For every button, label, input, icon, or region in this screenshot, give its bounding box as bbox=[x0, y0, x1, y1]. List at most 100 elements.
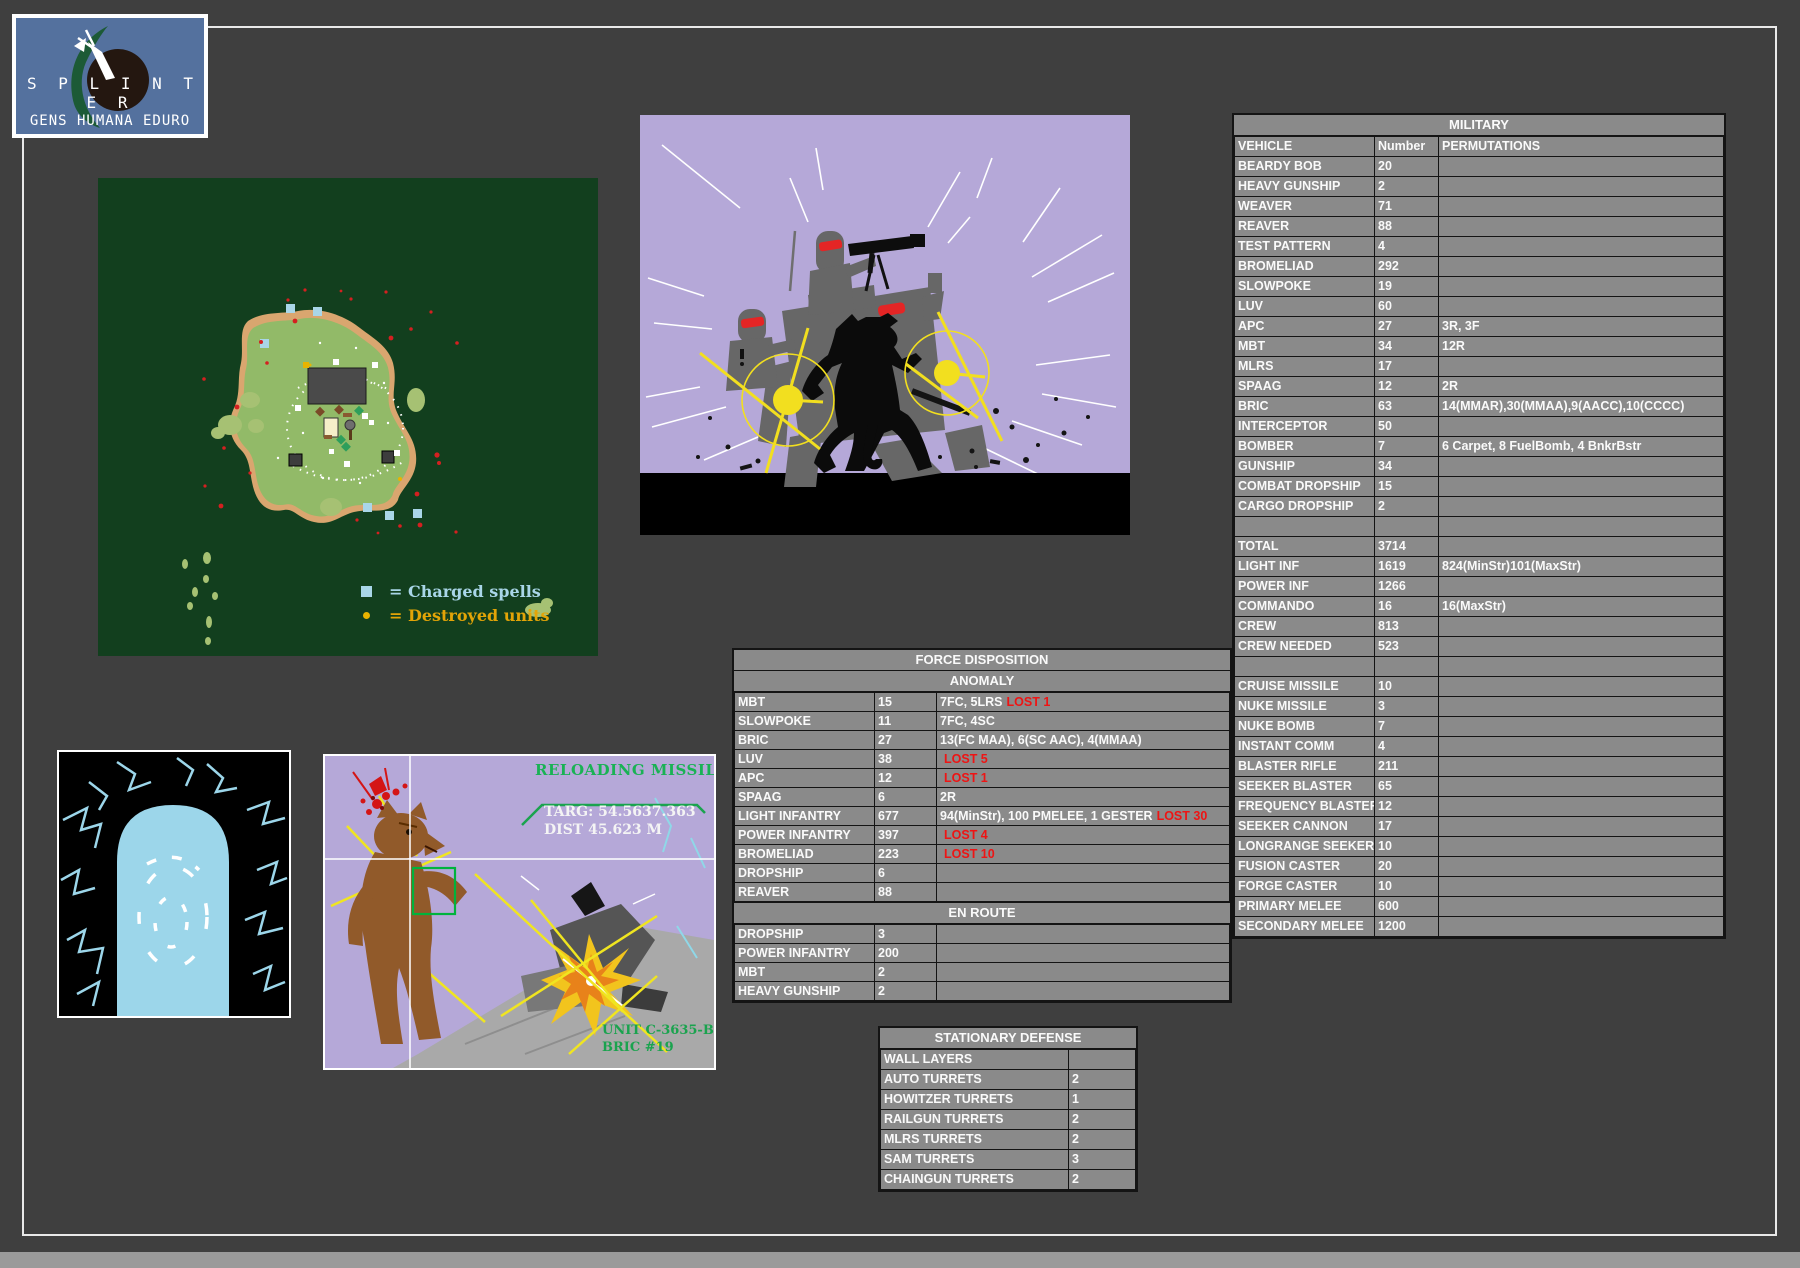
unit-name-cell: MBT bbox=[735, 963, 875, 982]
table-row: TEST PATTERN 4 bbox=[1235, 237, 1724, 257]
table-row: BROMELIAD 292 bbox=[1235, 257, 1724, 277]
unit-note-cell: LOST 1 bbox=[937, 769, 1230, 788]
table-row: SLOWPOKE 11 7FC, 4SC bbox=[735, 712, 1230, 731]
col-number: Number bbox=[1375, 137, 1439, 157]
reloading-status: RELOADING MISSILES... bbox=[535, 761, 716, 779]
unit-id-label: UNIT C-3635-B BRIC #19 bbox=[602, 1022, 714, 1056]
base-building bbox=[308, 368, 366, 404]
stationary-defense-table: STATIONARY DEFENSE WALL LAYERS AUTO TURR… bbox=[878, 1026, 1138, 1192]
table-row: SAM TURRETS 3 bbox=[881, 1150, 1136, 1170]
footer-strip bbox=[0, 1252, 1800, 1268]
unit-count-cell: 6 bbox=[875, 788, 937, 807]
defense-count-cell bbox=[1069, 1050, 1136, 1070]
unit-count-cell: 2 bbox=[875, 963, 937, 982]
table-row: SEEKER CANNON 17 bbox=[1235, 817, 1724, 837]
table-row: COMBAT DROPSHIP 15 bbox=[1235, 477, 1724, 497]
table-row: FUSION CASTER 20 bbox=[1235, 857, 1724, 877]
battle-scene-graphic bbox=[640, 115, 1130, 535]
vehicle-name-cell: LUV bbox=[1235, 297, 1375, 317]
table-row: APC 27 3R, 3F bbox=[1235, 317, 1724, 337]
vehicle-count-cell: 63 bbox=[1375, 397, 1439, 417]
table-row: LUV 60 bbox=[1235, 297, 1724, 317]
unit-note-cell bbox=[937, 944, 1230, 963]
table-row: MLRS TURRETS 2 bbox=[881, 1130, 1136, 1150]
vehicle-perm-cell bbox=[1439, 357, 1724, 377]
unit-name-cell: LUV bbox=[735, 750, 875, 769]
destroyed-unit-icon bbox=[363, 612, 370, 619]
unit-note-cell: 7FC, 5LRSLOST 1 bbox=[937, 693, 1230, 712]
vehicle-count-cell: 10 bbox=[1375, 837, 1439, 857]
table-row: NUKE BOMB 7 bbox=[1235, 717, 1724, 737]
defense-name-cell: MLRS TURRETS bbox=[881, 1130, 1069, 1150]
lost-badge: LOST 4 bbox=[944, 828, 988, 842]
table-row: PRIMARY MELEE 600 bbox=[1235, 897, 1724, 917]
table-row: BRIC 63 14(MMAR),30(MMAA),9(AACC),10(CCC… bbox=[1235, 397, 1724, 417]
vehicle-perm-cell: 12R bbox=[1439, 337, 1724, 357]
table-row: BEARDY BOB 20 bbox=[1235, 157, 1724, 177]
vehicle-count-cell: 71 bbox=[1375, 197, 1439, 217]
table-row: REAVER 88 bbox=[735, 883, 1230, 902]
lost-badge: LOST 5 bbox=[944, 752, 988, 766]
vehicle-count-cell: 17 bbox=[1375, 817, 1439, 837]
unit-count-cell: 200 bbox=[875, 944, 937, 963]
vehicle-name-cell: POWER INF bbox=[1235, 577, 1375, 597]
table-row: POWER INF 1266 bbox=[1235, 577, 1724, 597]
table-row: HEAVY GUNSHIP 2 bbox=[735, 982, 1230, 1001]
unit-name-cell: SPAAG bbox=[735, 788, 875, 807]
vehicle-count-cell: 3714 bbox=[1375, 537, 1439, 557]
unit-count-cell: 11 bbox=[875, 712, 937, 731]
vehicle-count-cell: 19 bbox=[1375, 277, 1439, 297]
vehicle-name-cell: TEST PATTERN bbox=[1235, 237, 1375, 257]
unit-note-cell: 2R bbox=[937, 788, 1230, 807]
vehicle-perm-cell: 3R, 3F bbox=[1439, 317, 1724, 337]
unit-note-cell bbox=[937, 864, 1230, 883]
table-row: MLRS 17 bbox=[1235, 357, 1724, 377]
unit-note-cell bbox=[937, 925, 1230, 944]
vehicle-perm-cell bbox=[1439, 517, 1724, 537]
table-row: FORGE CASTER 10 bbox=[1235, 877, 1724, 897]
unit-name-cell: SLOWPOKE bbox=[735, 712, 875, 731]
force-disposition-table: FORCE DISPOSITION ANOMALY MBT 15 7FC, 5L… bbox=[732, 648, 1232, 1003]
vehicle-perm-cell bbox=[1439, 457, 1724, 477]
defense-name-cell: AUTO TURRETS bbox=[881, 1070, 1069, 1090]
vehicle-count-cell: 2 bbox=[1375, 177, 1439, 197]
unit-name-cell: POWER INFANTRY bbox=[735, 826, 875, 845]
vehicle-perm-cell bbox=[1439, 697, 1724, 717]
table-row: TOTAL 3714 bbox=[1235, 537, 1724, 557]
defense-count-cell: 1 bbox=[1069, 1090, 1136, 1110]
legend-charged-label: = Charged spells bbox=[389, 582, 541, 601]
vehicle-perm-cell bbox=[1439, 637, 1724, 657]
unit-note-cell: LOST 4 bbox=[937, 826, 1230, 845]
vehicle-name-cell: BROMELIAD bbox=[1235, 257, 1375, 277]
col-vehicle: VEHICLE bbox=[1235, 137, 1375, 157]
table-row: RAILGUN TURRETS 2 bbox=[881, 1110, 1136, 1130]
vehicle-count-cell: 88 bbox=[1375, 217, 1439, 237]
defense-count-cell: 3 bbox=[1069, 1150, 1136, 1170]
unit-name-cell: BRIC bbox=[735, 731, 875, 750]
vehicle-name-cell: APC bbox=[1235, 317, 1375, 337]
vehicle-perm-cell bbox=[1439, 777, 1724, 797]
table-row: NUKE MISSILE 3 bbox=[1235, 697, 1724, 717]
vehicle-count-cell: 17 bbox=[1375, 357, 1439, 377]
table-row: DROPSHIP 6 bbox=[735, 864, 1230, 883]
vehicle-perm-cell bbox=[1439, 677, 1724, 697]
vehicle-name-cell: INSTANT COMM bbox=[1235, 737, 1375, 757]
vehicle-count-cell: 2 bbox=[1375, 497, 1439, 517]
table-row: WALL LAYERS bbox=[881, 1050, 1136, 1070]
unit-name-cell: DROPSHIP bbox=[735, 864, 875, 883]
table-row: BLASTER RIFLE 211 bbox=[1235, 757, 1724, 777]
vehicle-perm-cell bbox=[1439, 657, 1724, 677]
vehicle-count-cell bbox=[1375, 517, 1439, 537]
vehicle-name-cell: COMMANDO bbox=[1235, 597, 1375, 617]
vehicle-perm-cell bbox=[1439, 197, 1724, 217]
vehicle-name-cell: INTERCEPTOR bbox=[1235, 417, 1375, 437]
table-row: LUV 38 LOST 5 bbox=[735, 750, 1230, 769]
vehicle-name-cell: BEARDY BOB bbox=[1235, 157, 1375, 177]
table-row: POWER INFANTRY 397 LOST 4 bbox=[735, 826, 1230, 845]
vehicle-perm-cell: 824(MinStr)101(MaxStr) bbox=[1439, 557, 1724, 577]
vehicle-count-cell: 7 bbox=[1375, 717, 1439, 737]
vehicle-count-cell: 600 bbox=[1375, 897, 1439, 917]
lost-badge: LOST 1 bbox=[1007, 695, 1051, 709]
vehicle-count-cell: 813 bbox=[1375, 617, 1439, 637]
force-table-title: FORCE DISPOSITION bbox=[734, 650, 1230, 671]
